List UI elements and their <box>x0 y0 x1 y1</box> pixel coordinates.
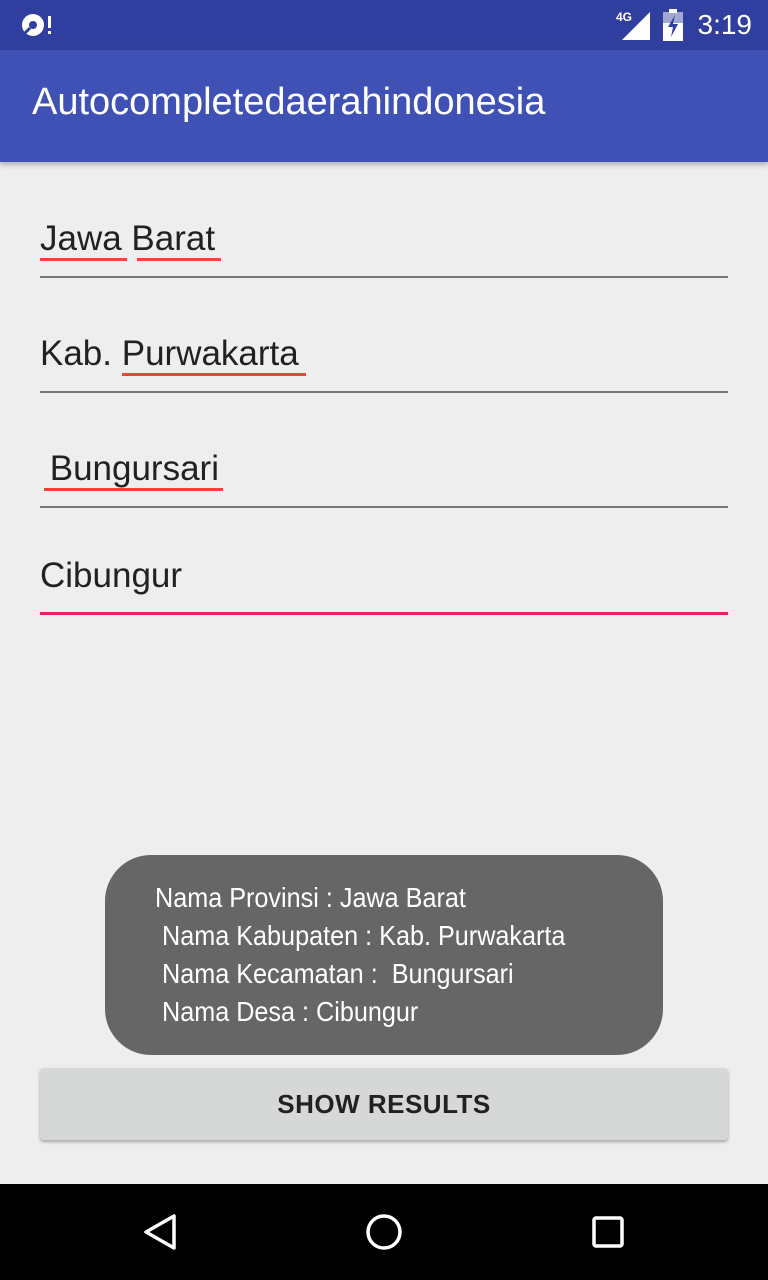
spellcheck-mark <box>40 258 127 261</box>
toast-line-desa: Nama Desa : Cibungur <box>155 996 419 1027</box>
field-underline <box>40 276 728 278</box>
back-button[interactable] <box>130 1202 190 1262</box>
kabupaten-value: Kab. Purwakarta <box>40 334 299 373</box>
signal-icon: 4G <box>616 10 650 40</box>
app-title: Autocompletedaerahindonesia <box>32 81 546 123</box>
desa-value: Cibungur <box>40 556 183 595</box>
app-bar: Autocompletedaerahindonesia <box>0 50 768 162</box>
field-underline <box>40 506 728 508</box>
field-underline-focused <box>40 612 728 615</box>
recents-button[interactable] <box>578 1202 638 1262</box>
provinsi-input[interactable]: Jawa Barat <box>40 218 728 278</box>
home-icon <box>366 1214 402 1250</box>
battery-icon <box>662 9 683 41</box>
toast-line-kabupaten: Nama Kabupaten : Kab. Purwakarta <box>155 920 566 951</box>
toast-line-provinsi: Nama Provinsi : Jawa Barat <box>155 882 466 913</box>
back-icon <box>144 1214 176 1250</box>
desa-input[interactable]: Cibungur <box>40 555 728 615</box>
recents-icon <box>592 1216 624 1248</box>
kecamatan-value: Bungursari <box>40 449 219 488</box>
result-toast: Nama Provinsi : Jawa Barat Nama Kabupate… <box>105 855 663 1055</box>
kabupaten-input[interactable]: Kab. Purwakarta <box>40 333 728 393</box>
field-underline <box>40 391 728 393</box>
network-type-label: 4G <box>616 10 632 24</box>
spellcheck-mark <box>122 373 306 376</box>
status-time: 3:19 <box>697 9 753 40</box>
show-results-button[interactable]: SHOW RESULTS <box>40 1068 728 1140</box>
app-notification-icon <box>22 14 51 36</box>
status-bar: 4G 3:19 <box>0 0 768 50</box>
spellcheck-mark <box>137 258 221 261</box>
navigation-bar <box>0 1184 768 1280</box>
spellcheck-mark <box>44 488 223 491</box>
toast-line-kecamatan: Nama Kecamatan : Bungursari <box>155 958 514 989</box>
kecamatan-input[interactable]: Bungursari <box>40 448 728 508</box>
provinsi-value: Jawa Barat <box>40 219 216 258</box>
home-button[interactable] <box>354 1202 414 1262</box>
